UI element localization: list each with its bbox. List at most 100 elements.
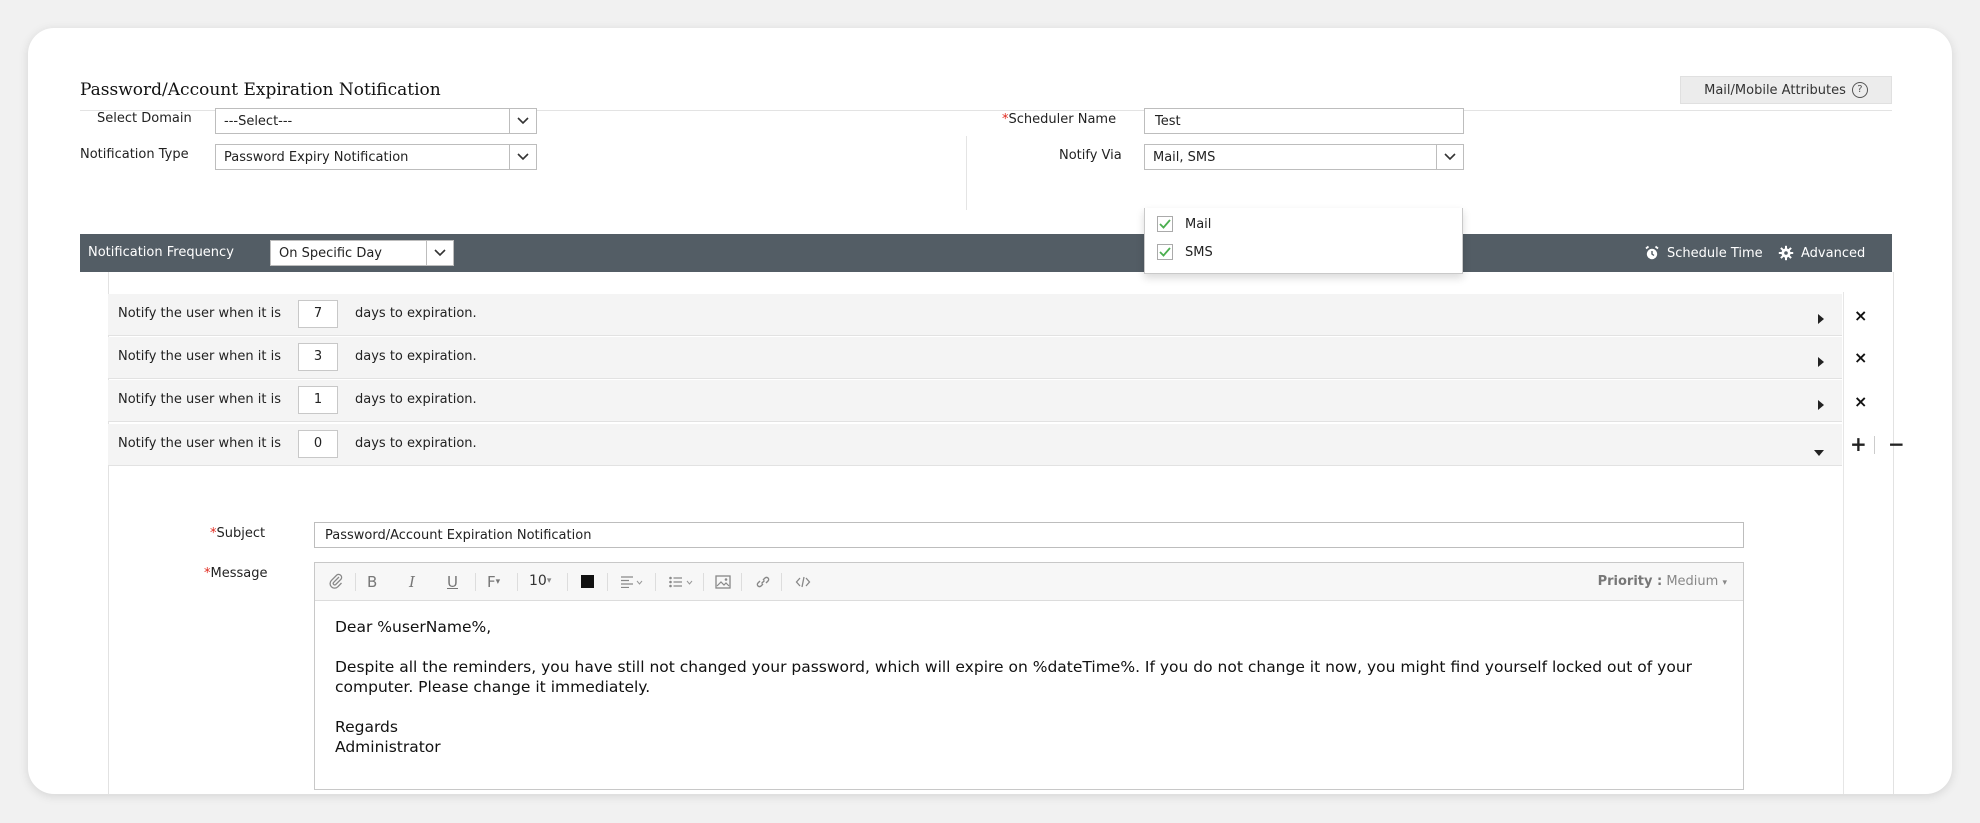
toolbar-separator [567, 573, 568, 591]
toolbar-separator [475, 573, 476, 591]
days-input[interactable]: 3 [298, 343, 338, 371]
paperclip-icon[interactable] [329, 573, 343, 589]
editor-toolbar: B I U F ▾ 10 ▾ Priority: Medium ▾ [315, 563, 1743, 601]
days-input[interactable]: 0 [298, 430, 338, 458]
font-size-value: 10 [529, 573, 547, 589]
rule-row: Notify the user when it is 7 days to exp… [108, 294, 1842, 336]
notify-option-label: SMS [1185, 244, 1213, 260]
chevron-down-icon [1436, 145, 1463, 169]
rule-suffix-text: days to expiration. [355, 306, 477, 321]
alarm-clock-icon [1645, 245, 1659, 260]
notification-frequency-dropdown[interactable]: On Specific Day [270, 240, 454, 266]
chevron-down-icon [509, 145, 536, 169]
subject-label-text: Subject [216, 526, 266, 541]
toolbar-separator [655, 573, 656, 591]
notification-type-value: Password Expiry Notification [224, 149, 409, 165]
font-family-glyph: F [487, 573, 496, 591]
scheduler-name-label-text: Scheduler Name [1008, 112, 1117, 127]
schedule-time-label: Schedule Time [1667, 245, 1763, 261]
page-title: Password/Account Expiration Notification [80, 80, 441, 100]
message-closing-signature: Administrator [335, 738, 441, 756]
advanced-label: Advanced [1801, 245, 1866, 261]
gear-icon [1778, 245, 1794, 261]
checkbox-checked-icon[interactable] [1157, 244, 1173, 260]
toolbar-separator [781, 573, 782, 591]
remove-rule-button[interactable]: × [1854, 306, 1867, 325]
align-left-icon[interactable] [621, 576, 643, 588]
notification-card: Password/Account Expiration Notification… [28, 28, 1952, 794]
notification-frequency-bar: Notification Frequency On Specific Day S… [80, 234, 1892, 272]
help-circle-icon: ? [1851, 82, 1868, 98]
add-rule-button[interactable]: + [1850, 432, 1867, 456]
remove-rule-button[interactable]: × [1854, 392, 1867, 411]
toolbar-separator [607, 573, 608, 591]
rule-prefix-text: Notify the user when it is [118, 392, 281, 407]
collapse-rule-button[interactable]: − [1888, 432, 1905, 456]
link-icon[interactable] [755, 575, 771, 589]
rule-row: Notify the user when it is 3 days to exp… [108, 337, 1842, 379]
message-greeting: Dear %userName%, [335, 618, 492, 636]
message-label-text: Message [210, 566, 268, 581]
rule-prefix-text: Notify the user when it is [118, 349, 281, 364]
bullet-list-icon[interactable] [669, 576, 693, 588]
rule-prefix-text: Notify the user when it is [118, 306, 281, 321]
rule-row-expanded: Notify the user when it is 0 days to exp… [108, 424, 1842, 466]
notify-via-label: Notify Via [1059, 148, 1122, 163]
chevron-down-icon [426, 241, 453, 265]
toolbar-separator [355, 573, 356, 591]
chevron-down-icon [509, 109, 536, 133]
italic-icon[interactable]: I [409, 573, 415, 591]
notification-type-dropdown[interactable]: Password Expiry Notification [215, 144, 537, 170]
notify-option-mail[interactable]: Mail [1157, 216, 1211, 232]
remove-rule-button[interactable]: × [1854, 348, 1867, 367]
priority-dropdown[interactable]: Priority : Medium ▾ [1598, 574, 1727, 589]
notification-frequency-label: Notification Frequency [88, 245, 234, 260]
advanced-button[interactable]: Advanced [1778, 245, 1865, 261]
rule-suffix-text: days to expiration. [355, 392, 477, 407]
subject-label: *Subject [210, 526, 265, 541]
scheduler-name-label: *Scheduler Name [1002, 112, 1116, 127]
notify-via-dropdown[interactable]: Mail, SMS [1144, 144, 1464, 170]
subject-input[interactable]: Password/Account Expiration Notification [314, 522, 1744, 548]
font-family-icon[interactable]: F ▾ [487, 573, 500, 591]
message-body[interactable]: Dear %userName%, Despite all the reminde… [335, 617, 1725, 757]
notify-option-label: Mail [1185, 216, 1212, 232]
caret-right-icon[interactable] [1818, 395, 1824, 414]
attributes-button-label: Mail/Mobile Attributes [1704, 82, 1846, 98]
days-input[interactable]: 7 [298, 300, 338, 328]
form-column-divider [966, 136, 967, 210]
message-label: *Message [204, 566, 267, 581]
toolbar-separator [517, 573, 518, 591]
rule-suffix-text: days to expiration. [355, 349, 477, 364]
checkbox-checked-icon[interactable] [1157, 216, 1173, 232]
font-size-caret: ▾ [546, 576, 552, 586]
notification-frequency-value: On Specific Day [279, 245, 383, 261]
bold-icon[interactable]: B [367, 573, 377, 591]
priority-caret: ▾ [1722, 578, 1727, 588]
caret-right-icon[interactable] [1818, 352, 1824, 371]
font-size-dropdown[interactable]: 10 ▾ [529, 573, 551, 589]
text-color-icon[interactable] [581, 575, 594, 588]
notify-option-sms[interactable]: SMS [1157, 244, 1213, 260]
select-domain-dropdown[interactable]: ---Select--- [215, 108, 537, 134]
mail-mobile-attributes-button[interactable]: Mail/Mobile Attributes ? [1680, 76, 1892, 104]
schedule-time-button[interactable]: Schedule Time [1644, 245, 1763, 261]
scheduler-name-input[interactable]: Test [1144, 108, 1464, 134]
notify-via-value: Mail, SMS [1153, 149, 1216, 165]
message-editor[interactable]: B I U F ▾ 10 ▾ Priority: Medium ▾ Dear … [314, 562, 1744, 790]
image-icon[interactable] [715, 575, 731, 589]
toolbar-separator [703, 573, 704, 591]
caret-right-icon[interactable] [1818, 309, 1824, 328]
notification-type-label: Notification Type [80, 147, 189, 162]
days-input[interactable]: 1 [298, 386, 338, 414]
toolbar-separator [741, 573, 742, 591]
message-paragraph: Despite all the reminders, you have stil… [335, 658, 1693, 696]
select-domain-label: Select Domain [97, 111, 192, 126]
font-family-caret: ▾ [495, 577, 501, 587]
rule-prefix-text: Notify the user when it is [118, 436, 281, 451]
caret-down-icon[interactable] [1814, 441, 1824, 460]
rule-row: Notify the user when it is 1 days to exp… [108, 380, 1842, 422]
source-code-icon[interactable] [795, 575, 811, 589]
select-domain-value: ---Select--- [224, 113, 293, 129]
underline-icon[interactable]: U [447, 573, 458, 591]
